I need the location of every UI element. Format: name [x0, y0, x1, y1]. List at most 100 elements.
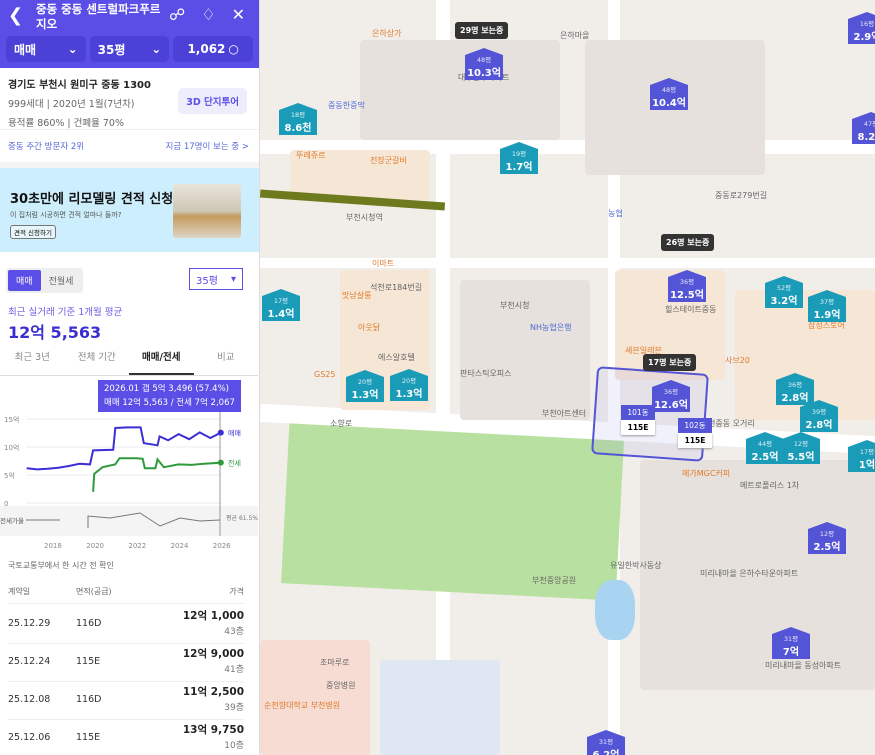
y-tick-label: 10억 [4, 444, 19, 452]
visit-bar[interactable]: 중동 주간 방문자 2위 지금 17명이 보는 중 > [0, 130, 259, 168]
block [380, 660, 500, 755]
marker-area: 19평 [511, 150, 527, 158]
viewers-now-link[interactable]: 지금 17명이 보는 중 > [166, 140, 250, 152]
map-place-label[interactable]: 맛남살롱 [342, 290, 371, 301]
complex-title: 중동 중동 센트럴파크푸르지오 [36, 2, 161, 31]
dong-label-101[interactable]: 101동 115E [621, 405, 655, 435]
map-place-label[interactable]: 미리내마을 은하수타운아파트 [700, 568, 798, 579]
ad-image [173, 184, 241, 238]
map-place-label[interactable]: GS25 [314, 370, 335, 379]
bell-icon[interactable]: ♢ [201, 5, 215, 24]
map-place-label[interactable]: 농협 [608, 208, 623, 219]
map-place-label[interactable]: 중동한증막 [328, 100, 365, 111]
map-place-label[interactable]: 은하상가 [372, 28, 401, 39]
map-place-label[interactable]: 은하마을 [560, 30, 589, 41]
marker-area: 48평 [476, 56, 492, 64]
ad-button[interactable]: 견적 신청하기 [10, 225, 56, 239]
map-place-label[interactable]: 중동로279번길 [715, 190, 767, 201]
visitor-rank: 중동 주간 방문자 2위 [8, 142, 85, 152]
trade-date: 25.12.24 [8, 656, 51, 667]
map-place-label[interactable]: 메트로폴리스 1차 [740, 480, 799, 491]
size-dropdown[interactable]: 35평 ⌄ [89, 36, 170, 62]
chevron-down-icon: ⌄ [151, 42, 162, 56]
map-place-label[interactable]: 소향로 [330, 418, 352, 429]
x-tick-label: 2024 [171, 542, 189, 550]
map-place-label[interactable]: 미리내마을 동성아파트 [765, 660, 841, 671]
comments-button[interactable]: 1,062 ○ [173, 36, 254, 62]
map[interactable]: 은하마을은하상가대우동부아파트중동한증막전장군갈비부천시청역이마트부천시청NH농… [260, 0, 875, 755]
map-place-label[interactable]: 힐스테이트중동 [665, 304, 717, 315]
map-place-label[interactable]: 유일한박사동상 [610, 560, 662, 571]
comment-icon: ○ [228, 42, 239, 56]
marker-price: 1.9억 [813, 310, 841, 321]
map-place-label[interactable]: 중앙병원 [326, 680, 355, 691]
marker-area: 12평 [793, 440, 809, 448]
trade-date: 25.12.06 [8, 732, 51, 743]
viewers-badge: 29명 보는중 [455, 22, 509, 39]
map-place-label[interactable]: 부천시청역 [346, 212, 383, 223]
price-marker[interactable]: 18평 8.6천 [279, 103, 317, 135]
tab-compare[interactable]: 비교 [194, 346, 259, 375]
map-place-label[interactable]: 부천시청 [500, 300, 529, 311]
map-place-label[interactable]: NH농협은행 [530, 322, 571, 333]
map-place-label[interactable]: 이마트 [372, 258, 394, 269]
marker-price: 2.5억 [751, 452, 779, 463]
marker-area: 18평 [290, 111, 306, 119]
map-place-label[interactable]: 판타스틱오피스 [460, 368, 512, 379]
marker-price: 1.3억 [395, 389, 423, 400]
trade-area: 115E [76, 656, 101, 667]
map-place-label[interactable]: 뚜레쥬르 [296, 150, 325, 161]
tab-sale-jeonse[interactable]: 매매/전세 [129, 346, 194, 375]
trade-toggle: 매매 전월세 [6, 268, 84, 293]
trade-row[interactable]: 25.12.08 116D 11억 2,500 39층 [8, 680, 244, 720]
price-chart[interactable]: 15억10억5억02018 2020 2022 2024 2026매매전세전세가율 평균 … [0, 400, 258, 555]
trade-row[interactable]: 25.12.24 115E 12억 9,000 41층 [8, 642, 244, 682]
price-marker[interactable]: 52평 3.2억 [765, 276, 803, 308]
back-icon[interactable]: ❮ [8, 5, 23, 26]
data-source: 국토교통부에서 한 시간 전 확인 [8, 561, 114, 570]
tab-all-period[interactable]: 전체 기간 [65, 346, 130, 375]
avg-price: 12억 5,563 [8, 323, 102, 342]
map-place-label[interactable]: 전장군갈비 [370, 155, 407, 166]
marker-area: 52평 [776, 284, 792, 292]
price-marker[interactable]: 47평 8.2억 [852, 112, 875, 144]
ad-banner[interactable]: 30초만에 리모델링 견적 신청 이 집처럼 시공하면 견적 얼마나 들까? 견… [0, 168, 259, 252]
tab-recent-3y[interactable]: 최근 3년 [0, 346, 65, 375]
ratio-info: 용적률 860% | 건폐율 70% [8, 118, 124, 129]
marker-price: 2.8억 [781, 393, 809, 404]
marker-area: 37평 [819, 298, 835, 306]
map-place-label[interactable]: 메가MGC커피 [682, 468, 730, 479]
dong-label-102[interactable]: 102동 115E [678, 418, 712, 448]
map-place-label[interactable]: 천중동 오거리 [708, 418, 755, 429]
marker-area: 36평 [787, 381, 803, 389]
price-marker[interactable]: 17평 1.4억 [262, 289, 300, 321]
map-place-label[interactable]: 부천중앙공원 [532, 575, 576, 586]
map-place-label[interactable]: 순천향대학교 부천병원 [264, 700, 340, 711]
map-place-label[interactable]: 에스알호텔 [378, 352, 415, 363]
close-icon[interactable]: ✕ [232, 5, 245, 24]
marker-price: 6.2억 [587, 746, 625, 755]
map-place-label[interactable]: 조마루로 [320, 657, 349, 668]
map-place-label[interactable]: 석천로184번길 [370, 282, 422, 293]
tooltip-gap: 2026.01 갭 5억 3,496 (57.4%) [104, 384, 229, 394]
3d-tour-button[interactable]: 3D 단지투어 [178, 88, 247, 114]
trade-row[interactable]: 25.12.29 116D 12억 1,000 43층 [8, 604, 244, 644]
marker-price: 8.2억 [857, 132, 875, 143]
map-place-label[interactable]: 사브20 [725, 355, 750, 366]
price-marker[interactable]: 16평 2.9억 [848, 12, 875, 44]
trade-price: 13억 9,750 [182, 724, 244, 736]
marker-price: 1.3억 [351, 390, 379, 401]
map-place-label[interactable]: 아웃닭 [358, 322, 380, 333]
size-select[interactable]: 35평 ▾ [189, 268, 243, 290]
marker-area: 31평 [598, 738, 614, 746]
trade-type-dropdown[interactable]: 매매 ⌄ [6, 36, 86, 62]
trade-price: 12억 1,000 [182, 610, 244, 622]
toggle-sale[interactable]: 매매 [8, 270, 41, 291]
share-icon[interactable]: ☍ [169, 5, 185, 24]
toggle-rent[interactable]: 전월세 [41, 270, 82, 291]
gap-label: 전세가율 [0, 516, 24, 525]
map-place-label[interactable]: 부천아트센터 [542, 408, 586, 419]
trade-row[interactable]: 25.12.06 115E 13억 9,750 10층 [8, 718, 244, 755]
marker-price: 8.6천 [284, 123, 312, 134]
marker-area: 12평 [819, 530, 835, 538]
